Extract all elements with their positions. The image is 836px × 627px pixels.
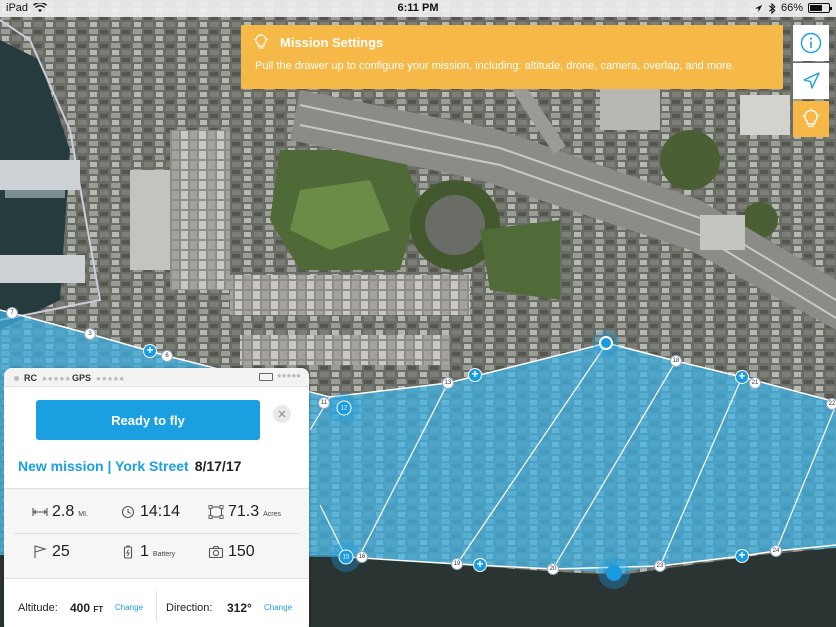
mission-name: New mission | York Street [18,458,189,474]
location-services-icon [754,4,763,12]
rc-signal-icon: ●●●●● [42,373,72,383]
close-icon [278,410,286,418]
waypoint-marker[interactable]: 23 [654,560,666,572]
waypoint-marker[interactable]: 7 [6,307,18,319]
aircraft-position-marker [606,565,622,581]
mission-panel[interactable]: RC ●●●●● GPS ●●●●● ●●●●● Ready to fly Ne… [4,368,309,627]
gps-status: GPS ●●●●● [72,373,125,383]
mission-settings-tip[interactable]: Mission Settings Pull the drawer up to c… [241,25,783,89]
waypoint-marker[interactable]: 24 [770,545,782,557]
battery-percent: 66% [780,2,803,14]
waypoint-marker[interactable]: 3 [84,328,96,340]
photos-value: 150 [228,543,255,560]
rc-status-dot [14,375,19,381]
direction-label: Direction: [166,602,213,614]
battery-icon [123,545,133,559]
waypoints-stat: 25 [32,543,70,561]
drone-battery-icon [259,373,273,381]
info-icon [800,32,822,54]
distance-value: 2.8 [52,503,75,520]
home-point-marker[interactable] [599,336,613,350]
lightbulb-icon [802,108,820,128]
clock-icon [121,505,135,519]
tip-title: Mission Settings [280,35,384,50]
altitude-value: 400 [70,601,91,615]
add-waypoint-button[interactable]: + [735,549,749,563]
waypoint-marker[interactable]: 15 [338,549,354,565]
altitude-unit: FT [93,605,104,614]
mission-stats: 2.8 MI. 14:14 71.3 Acres 25 1 Battery 15… [4,488,309,578]
waypoint-marker[interactable]: 18 [670,355,682,367]
ready-to-fly-button[interactable]: Ready to fly [36,400,260,440]
time-value: 14:14 [140,503,181,520]
waypoint-marker[interactable]: 21 [749,377,761,389]
add-waypoint-button[interactable]: + [735,370,749,384]
area-stat: 71.3 Acres [208,503,281,521]
tips-button[interactable] [793,101,829,137]
add-waypoint-button[interactable]: + [473,558,487,572]
waypoint-marker[interactable]: 19 [451,558,463,570]
battery-icon [808,3,832,13]
locate-button[interactable] [793,63,829,99]
panel-drag-handle[interactable]: RC ●●●●● GPS ●●●●● ●●●●● [4,368,309,387]
photos-stat: 150 [208,543,255,561]
waypoint-marker[interactable]: 22 [826,398,836,410]
time-stat: 14:14 [120,503,180,521]
distance-stat: 2.8 MI. [32,503,88,521]
waypoint-marker[interactable]: 16 [356,551,368,563]
add-waypoint-button[interactable]: + [143,344,157,358]
clock: 6:11 PM [397,2,439,14]
battery-stat: 1 Battery [120,543,175,561]
battery-value: 1 [140,543,149,560]
bluetooth-icon [768,2,776,14]
waypoint-marker[interactable]: 20 [547,563,559,575]
distance-icon [32,508,48,516]
altitude-change-link[interactable]: Change [115,603,143,612]
stats-divider [14,533,299,534]
tip-body: Pull the drawer up to configure your mis… [255,60,735,72]
mission-date: 8/17/17 [194,458,242,474]
info-button[interactable] [793,25,829,61]
area-unit: Acres [263,511,282,518]
location-arrow-icon [803,72,820,89]
waypoint-marker[interactable]: 12 [336,400,352,416]
mission-title[interactable]: New mission | York Street 8/17/17 [18,458,241,474]
waypoint-marker[interactable]: 6 [161,350,173,362]
add-waypoint-button[interactable]: + [468,368,482,382]
altitude-value-group: 400 FT [70,601,103,615]
distance-unit: MI. [78,511,88,518]
direction-value: 312° [227,601,252,615]
drone-battery-level-icon: ●●●●● [276,371,301,380]
flag-icon [34,545,47,558]
battery-unit: Battery [152,551,176,558]
direction-change-link[interactable]: Change [264,603,292,612]
mission-settings-row: Altitude: 400 FT Change Direction: 312° … [4,578,309,627]
rc-status: RC ●●●●● [14,373,71,383]
area-icon [208,505,224,519]
camera-icon [208,545,224,559]
rc-label: RC [24,373,37,383]
close-button[interactable] [273,405,291,423]
gps-signal-icon: ●●●●● [96,373,126,383]
waypoints-value: 25 [52,543,70,560]
area-value: 71.3 [228,503,260,520]
status-bar: iPad 6:11 PM 66% [0,0,836,17]
lightbulb-icon [253,34,269,49]
settings-divider [156,591,157,621]
waypoint-marker[interactable]: 13 [442,377,454,389]
altitude-label: Altitude: [18,602,58,614]
gps-label: GPS [72,373,92,383]
